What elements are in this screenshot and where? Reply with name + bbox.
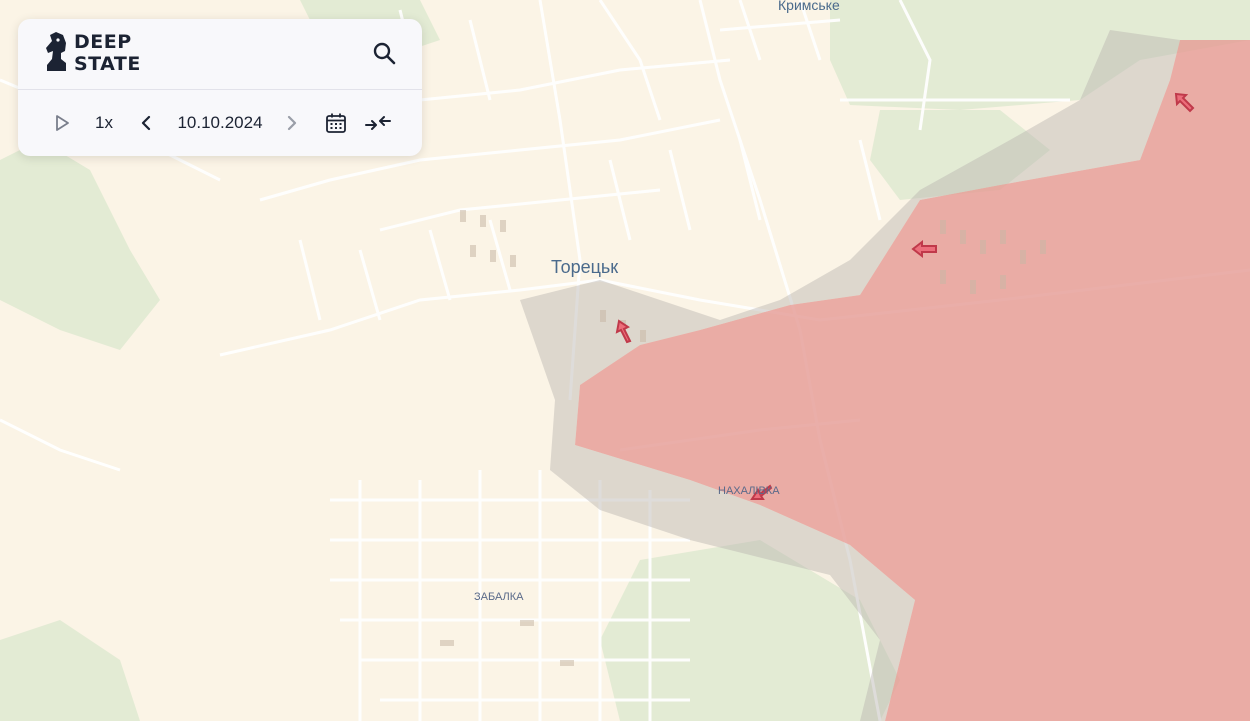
label-toretsk: Торецьк: [551, 257, 618, 277]
logo-line1: DEEP: [74, 31, 132, 53]
calendar-button[interactable]: [324, 107, 348, 139]
panel-header: DEEP STATE: [18, 19, 422, 90]
date-display[interactable]: 10.10.2024: [168, 107, 272, 139]
label-nakhalivka: НАХАЛІВКА: [718, 485, 780, 497]
control-panel: DEEP STATE 1x 10.10.2024: [18, 19, 422, 156]
compare-button[interactable]: [364, 107, 392, 139]
calendar-icon: [326, 113, 346, 133]
chevron-right-icon: [287, 115, 297, 131]
search-icon: [373, 42, 396, 65]
search-button[interactable]: [370, 39, 400, 69]
play-button[interactable]: [50, 107, 74, 139]
compare-arrows-icon: [365, 116, 391, 130]
chevron-left-icon: [141, 115, 151, 131]
knight-chess-icon: [46, 32, 66, 71]
label-krymske: Кримське: [778, 0, 840, 13]
speed-button[interactable]: 1x: [86, 107, 122, 139]
play-icon: [56, 115, 69, 131]
timeline-controls: 1x 10.10.2024: [18, 90, 422, 156]
next-date-button[interactable]: [282, 107, 302, 139]
label-zabalka: ЗАБАЛКА: [474, 591, 524, 603]
deepstate-logo[interactable]: DEEP STATE: [44, 31, 144, 77]
logo-text: DEEP STATE: [74, 31, 144, 75]
prev-date-button[interactable]: [136, 107, 156, 139]
logo-line2: STATE: [74, 53, 141, 75]
